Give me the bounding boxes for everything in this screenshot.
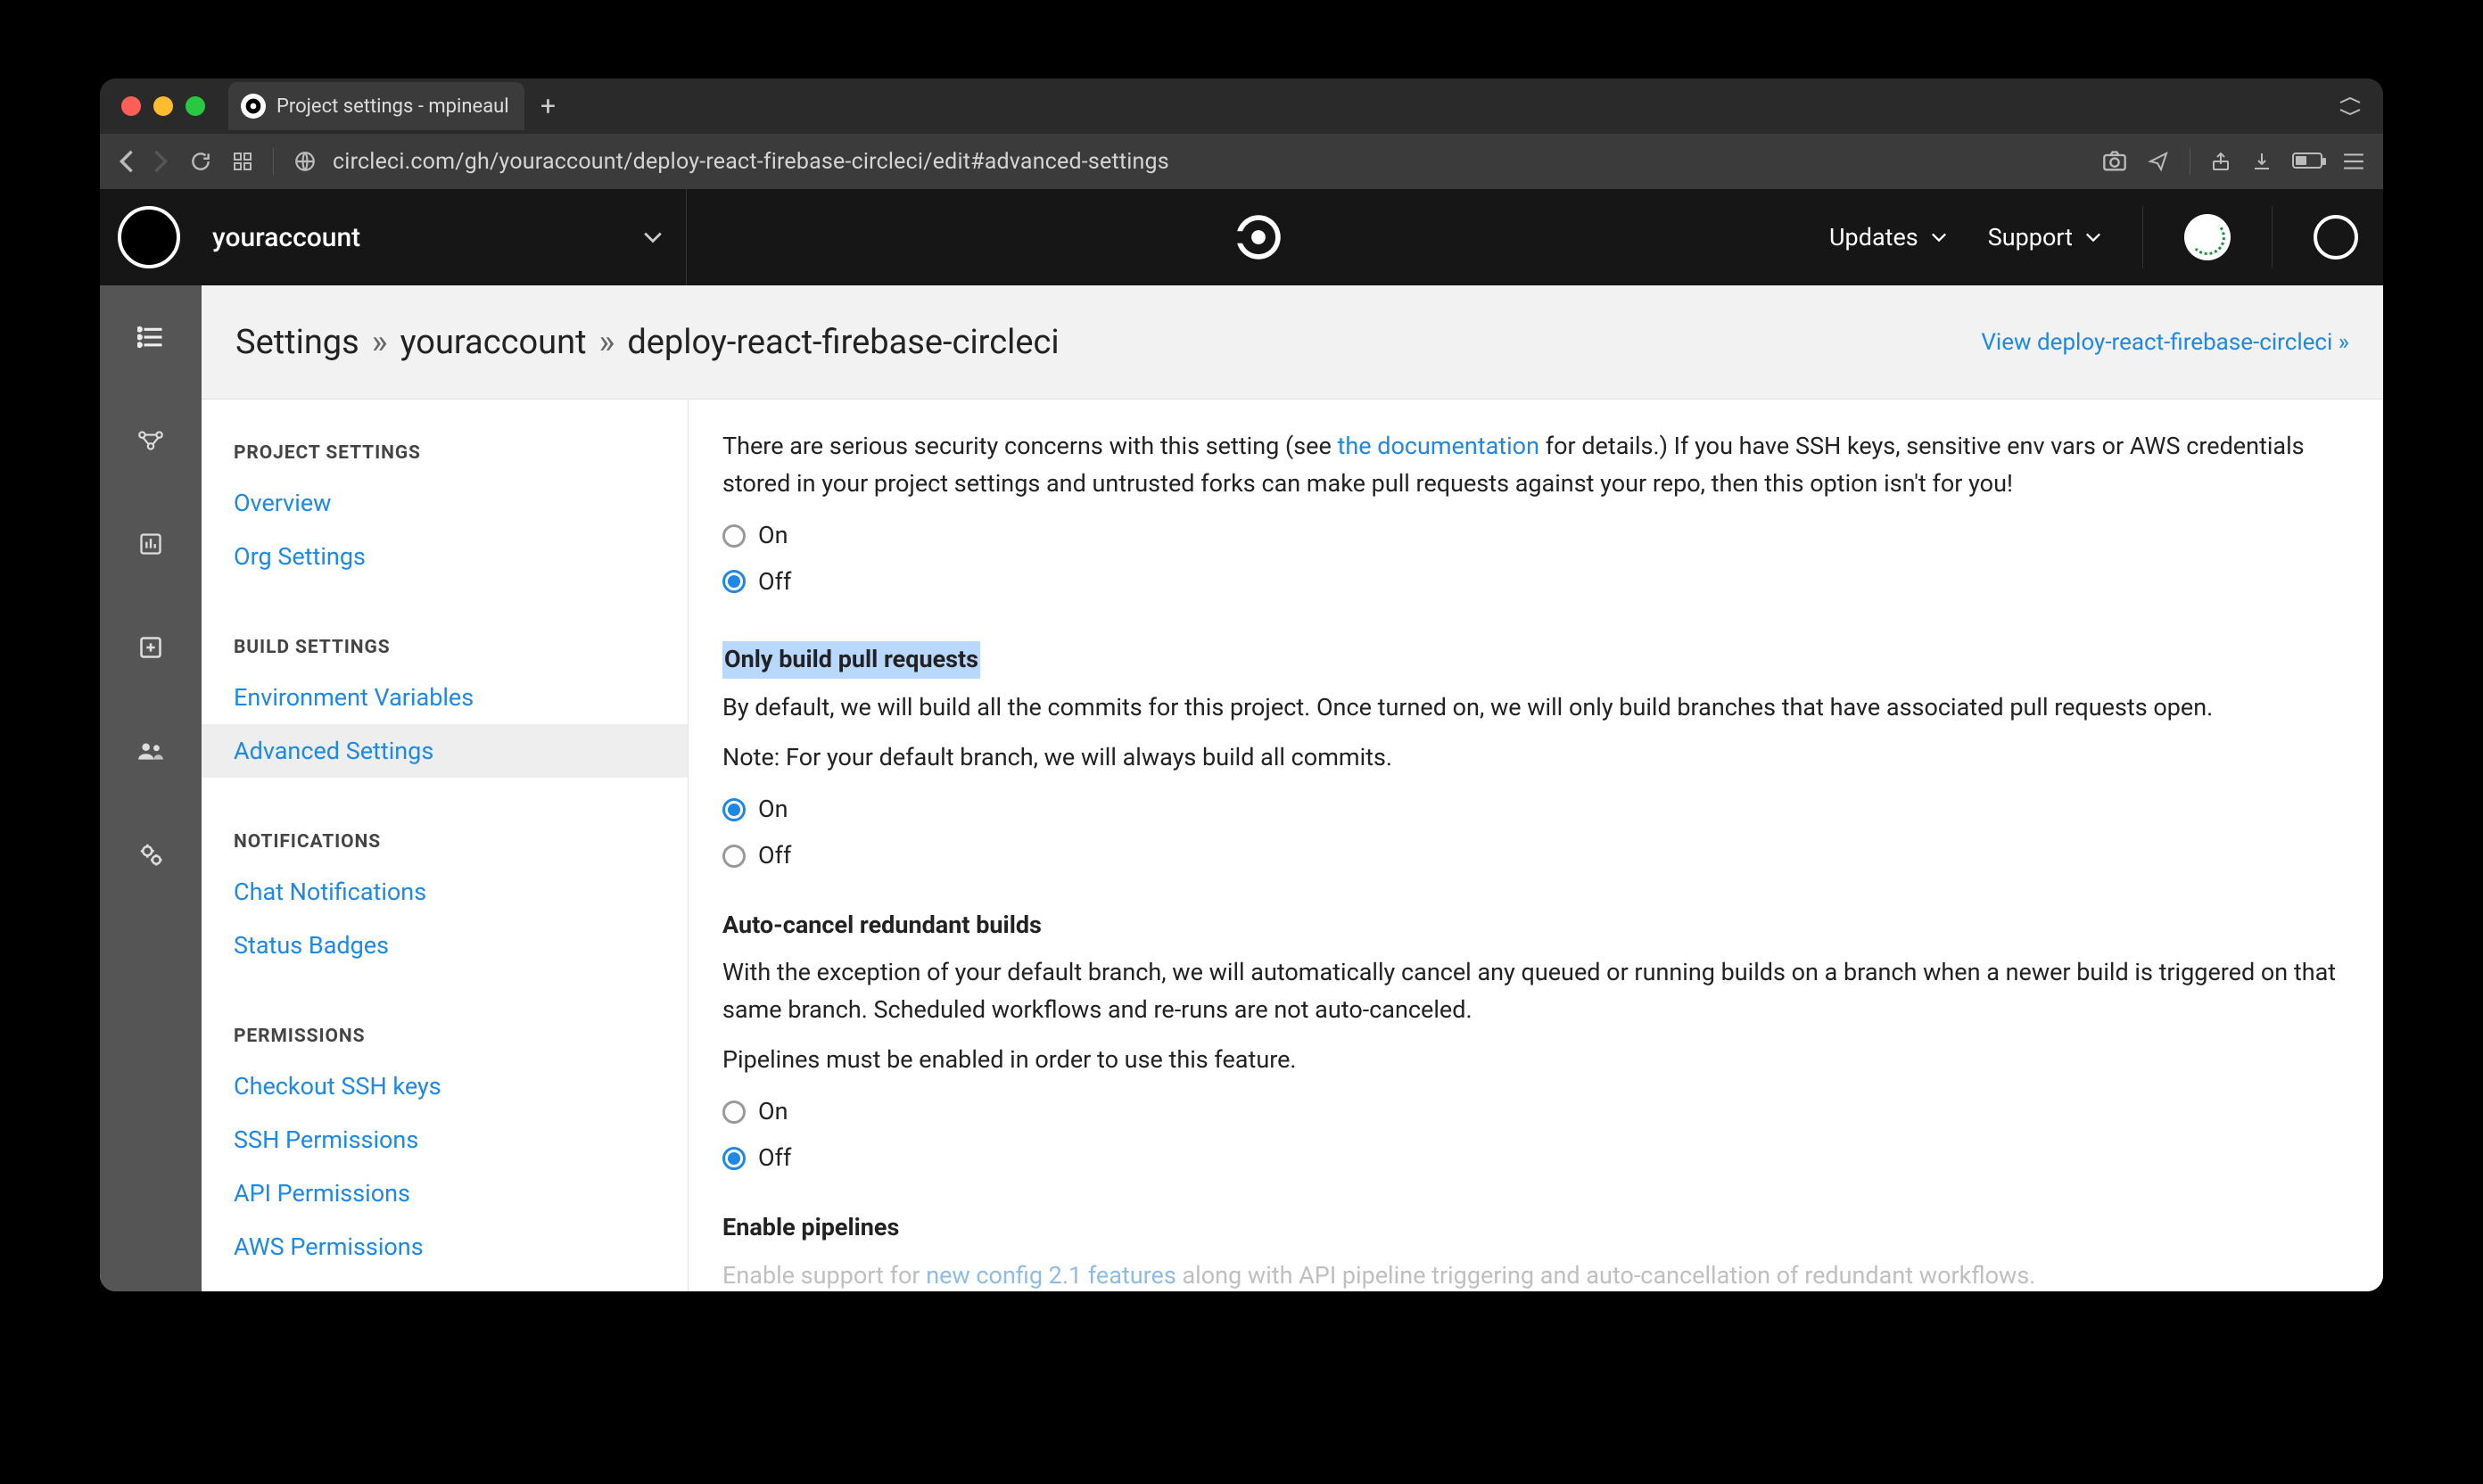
sec1-radio-on[interactable]: On [722,517,2349,555]
reload-button[interactable] [189,150,212,173]
rail-team-icon[interactable] [135,735,167,767]
sec2-title: Only build pull requests [722,641,980,679]
nav-rail [100,285,202,1291]
sidebar-item-ssh-permissions[interactable]: SSH Permissions [202,1113,688,1167]
header-right-menu: Updates Support [1829,206,2383,268]
sec3-radio-on[interactable]: On [722,1093,2349,1131]
view-project-link[interactable]: View deploy-react-firebase-circleci » [1981,329,2349,356]
circleci-logo[interactable] [687,213,1829,261]
url-text: circleci.com/gh/youraccount/deploy-react… [333,149,1169,175]
forward-button[interactable] [152,149,169,174]
sec2-description: By default, we will build all the commit… [722,689,2349,727]
crumb-org: youraccount [400,323,587,362]
download-icon[interactable] [2251,150,2273,173]
tab-title: Project settings - mpineault/d [276,95,508,118]
updates-label: Updates [1829,223,1918,251]
sidebar-item-aws-permissions[interactable]: AWS Permissions [202,1220,688,1274]
sec2-radio-off[interactable]: Off [722,837,2349,875]
minimize-window-button[interactable] [153,96,173,116]
browser-window: Project settings - mpineault/d + circlec… [100,78,2383,1291]
fullscreen-window-button[interactable] [186,96,205,116]
sec1-radio-group: On Off [722,517,2349,601]
settings-sidebar: PROJECT SETTINGS Overview Org Settings B… [202,400,689,1291]
screenshot-icon[interactable] [2102,151,2127,172]
updates-menu[interactable]: Updates [1829,223,1947,251]
tabs-overflow-icon[interactable] [2330,97,2371,115]
rail-list-icon[interactable] [135,321,167,353]
send-icon[interactable] [2147,151,2170,172]
content-row: PROJECT SETTINGS Overview Org Settings B… [202,400,2383,1291]
user-avatar[interactable] [2314,215,2358,260]
sec3-radio-group: On Off [722,1093,2349,1177]
status-gauge-icon[interactable] [2184,214,2231,260]
share-icon[interactable] [2210,150,2231,173]
rail-add-icon[interactable] [135,631,167,664]
sidebar-section-title: BUILD SETTINGS [202,621,688,671]
browser-tab[interactable]: Project settings - mpineault/d [228,82,524,130]
sidebar-item-env-vars[interactable]: Environment Variables [202,671,688,724]
close-window-button[interactable] [121,96,141,116]
sidebar-item-jira-integration[interactable]: JIRA Integration [202,1274,688,1291]
address-bar[interactable]: circleci.com/gh/youraccount/deploy-react… [293,149,2083,175]
sidebar-item-checkout-ssh-keys[interactable]: Checkout SSH keys [202,1059,688,1113]
sec2-note: Note: For your default branch, we will a… [722,739,2349,777]
sec4-description: Enable support for new config 2.1 featur… [722,1257,2349,1292]
sidebar-item-api-permissions[interactable]: API Permissions [202,1167,688,1220]
support-label: Support [1988,223,2073,251]
sec3-description: With the exception of your default branc… [722,954,2349,1029]
settings-pane: There are serious security concerns with… [689,400,2383,1291]
breadcrumb-separator: » [372,323,388,362]
new-tab-button[interactable]: + [524,91,572,122]
sidebar-item-org-settings[interactable]: Org Settings [202,530,688,583]
crumb-project: deploy-react-firebase-circleci [627,323,1059,362]
main-area: Settings » youraccount » deploy-react-fi… [202,285,2383,1291]
sec1-radio-off[interactable]: Off [722,564,2349,601]
apps-grid-icon[interactable] [232,151,253,172]
sec2-radio-on[interactable]: On [722,791,2349,829]
sidebar-section-title: PERMISSIONS [202,1010,688,1059]
window-controls [121,96,205,116]
org-switcher[interactable]: youraccount [100,189,687,285]
chevron-down-icon [643,231,663,243]
app-header: youraccount Updates Support [100,189,2383,285]
support-menu[interactable]: Support [1988,223,2101,251]
documentation-link[interactable]: the documentation [1338,432,1540,460]
rail-settings-icon[interactable] [135,838,167,870]
breadcrumb-separator: » [599,323,615,362]
breadcrumb: Settings » youraccount » deploy-react-fi… [235,323,1060,362]
rail-workflows-icon[interactable] [135,425,167,457]
sec3-title: Auto-cancel redundant builds [722,907,2349,944]
org-avatar [118,206,180,268]
sidebar-item-chat-notifications[interactable]: Chat Notifications [202,865,688,919]
sec3-note: Pipelines must be enabled in order to us… [722,1042,2349,1079]
sidebar-item-status-badges[interactable]: Status Badges [202,919,688,972]
app-body: Settings » youraccount » deploy-react-fi… [100,285,2383,1291]
back-button[interactable] [118,149,136,174]
sidebar-section-title: NOTIFICATIONS [202,815,688,865]
crumb-settings: Settings [235,323,359,362]
sec3-radio-off[interactable]: Off [722,1140,2349,1177]
new-config-link[interactable]: new config 2.1 features [926,1261,1176,1290]
browser-toolbar: circleci.com/gh/youraccount/deploy-react… [100,134,2383,189]
sidebar-item-overview[interactable]: Overview [202,476,688,530]
sec1-description: There are serious security concerns with… [722,428,2349,503]
sidebar-item-advanced-settings[interactable]: Advanced Settings [202,724,688,778]
sidebar-section-title: PROJECT SETTINGS [202,426,688,476]
circleci-favicon [241,94,266,119]
rail-insights-icon[interactable] [135,528,167,560]
menu-icon[interactable] [2342,152,2365,171]
tab-strip: Project settings - mpineault/d + [100,78,2383,134]
battery-icon [2292,149,2322,174]
breadcrumb-bar: Settings » youraccount » deploy-react-fi… [202,285,2383,400]
sec2-radio-group: On Off [722,791,2349,875]
org-name: youraccount [212,222,643,253]
site-info-icon[interactable] [293,150,317,173]
sec4-title: Enable pipelines [722,1209,2349,1247]
